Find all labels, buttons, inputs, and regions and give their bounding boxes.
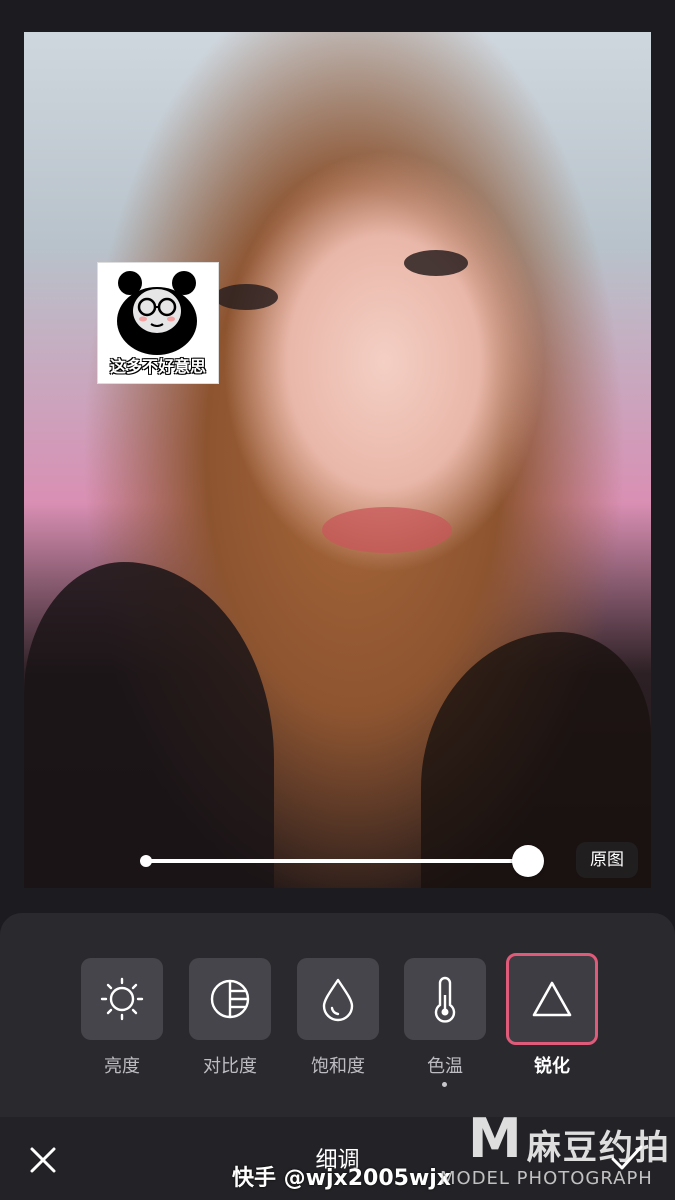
- panda-sticker: 这多不好意思: [97, 262, 219, 384]
- modified-indicator-dot: [442, 1082, 447, 1087]
- tool-temperature-button[interactable]: [404, 958, 486, 1040]
- sun-icon: [100, 977, 144, 1021]
- slider-start-marker: [140, 855, 152, 867]
- thermometer-icon: [434, 976, 456, 1023]
- tool-sharpen-label: 锐化: [534, 1056, 570, 1077]
- tool-brightness-label: 亮度: [104, 1056, 140, 1077]
- tool-contrast[interactable]: 对比度: [189, 958, 271, 1078]
- panda-face-icon: [117, 271, 197, 355]
- intensity-slider[interactable]: [140, 845, 544, 877]
- tool-saturation-label: 饱和度: [311, 1056, 365, 1077]
- contrast-icon: [210, 979, 250, 1019]
- tool-brightness-button[interactable]: [81, 958, 163, 1040]
- tool-contrast-button[interactable]: [189, 958, 271, 1040]
- tool-sharpen-button[interactable]: [506, 953, 598, 1045]
- tool-saturation[interactable]: 饱和度: [297, 958, 379, 1078]
- brand-watermark-cn: 麻豆约拍: [526, 1128, 671, 1168]
- photo-eye-right: [404, 250, 468, 276]
- triangle-icon: [532, 981, 572, 1017]
- tool-temperature-label: 色温: [427, 1056, 463, 1077]
- tool-contrast-label: 对比度: [203, 1056, 257, 1077]
- photo-lips: [322, 507, 452, 553]
- user-watermark: 快手 @wjx2005wjx: [232, 1166, 452, 1191]
- brand-watermark: M 麻豆约拍 MODEL PHOTOGRAPH: [440, 1107, 671, 1190]
- slider-handle[interactable]: [512, 845, 544, 877]
- droplet-icon: [322, 978, 354, 1022]
- sticker-caption: 这多不好意思: [109, 357, 206, 376]
- tool-saturation-button[interactable]: [297, 958, 379, 1040]
- slider-track[interactable]: [142, 859, 532, 863]
- compare-original-button[interactable]: 原图: [576, 842, 638, 878]
- tool-brightness[interactable]: 亮度: [81, 958, 163, 1078]
- tool-temperature[interactable]: 色温: [404, 958, 486, 1078]
- brand-watermark-letter: M: [468, 1107, 522, 1170]
- tool-sharpen[interactable]: 锐化: [506, 953, 598, 1078]
- photo-eye-left: [214, 284, 278, 310]
- brand-watermark-en: MODEL PHOTOGRAPH: [440, 1168, 653, 1189]
- photo-clothing-left: [24, 562, 274, 888]
- photo-canvas: [24, 32, 651, 888]
